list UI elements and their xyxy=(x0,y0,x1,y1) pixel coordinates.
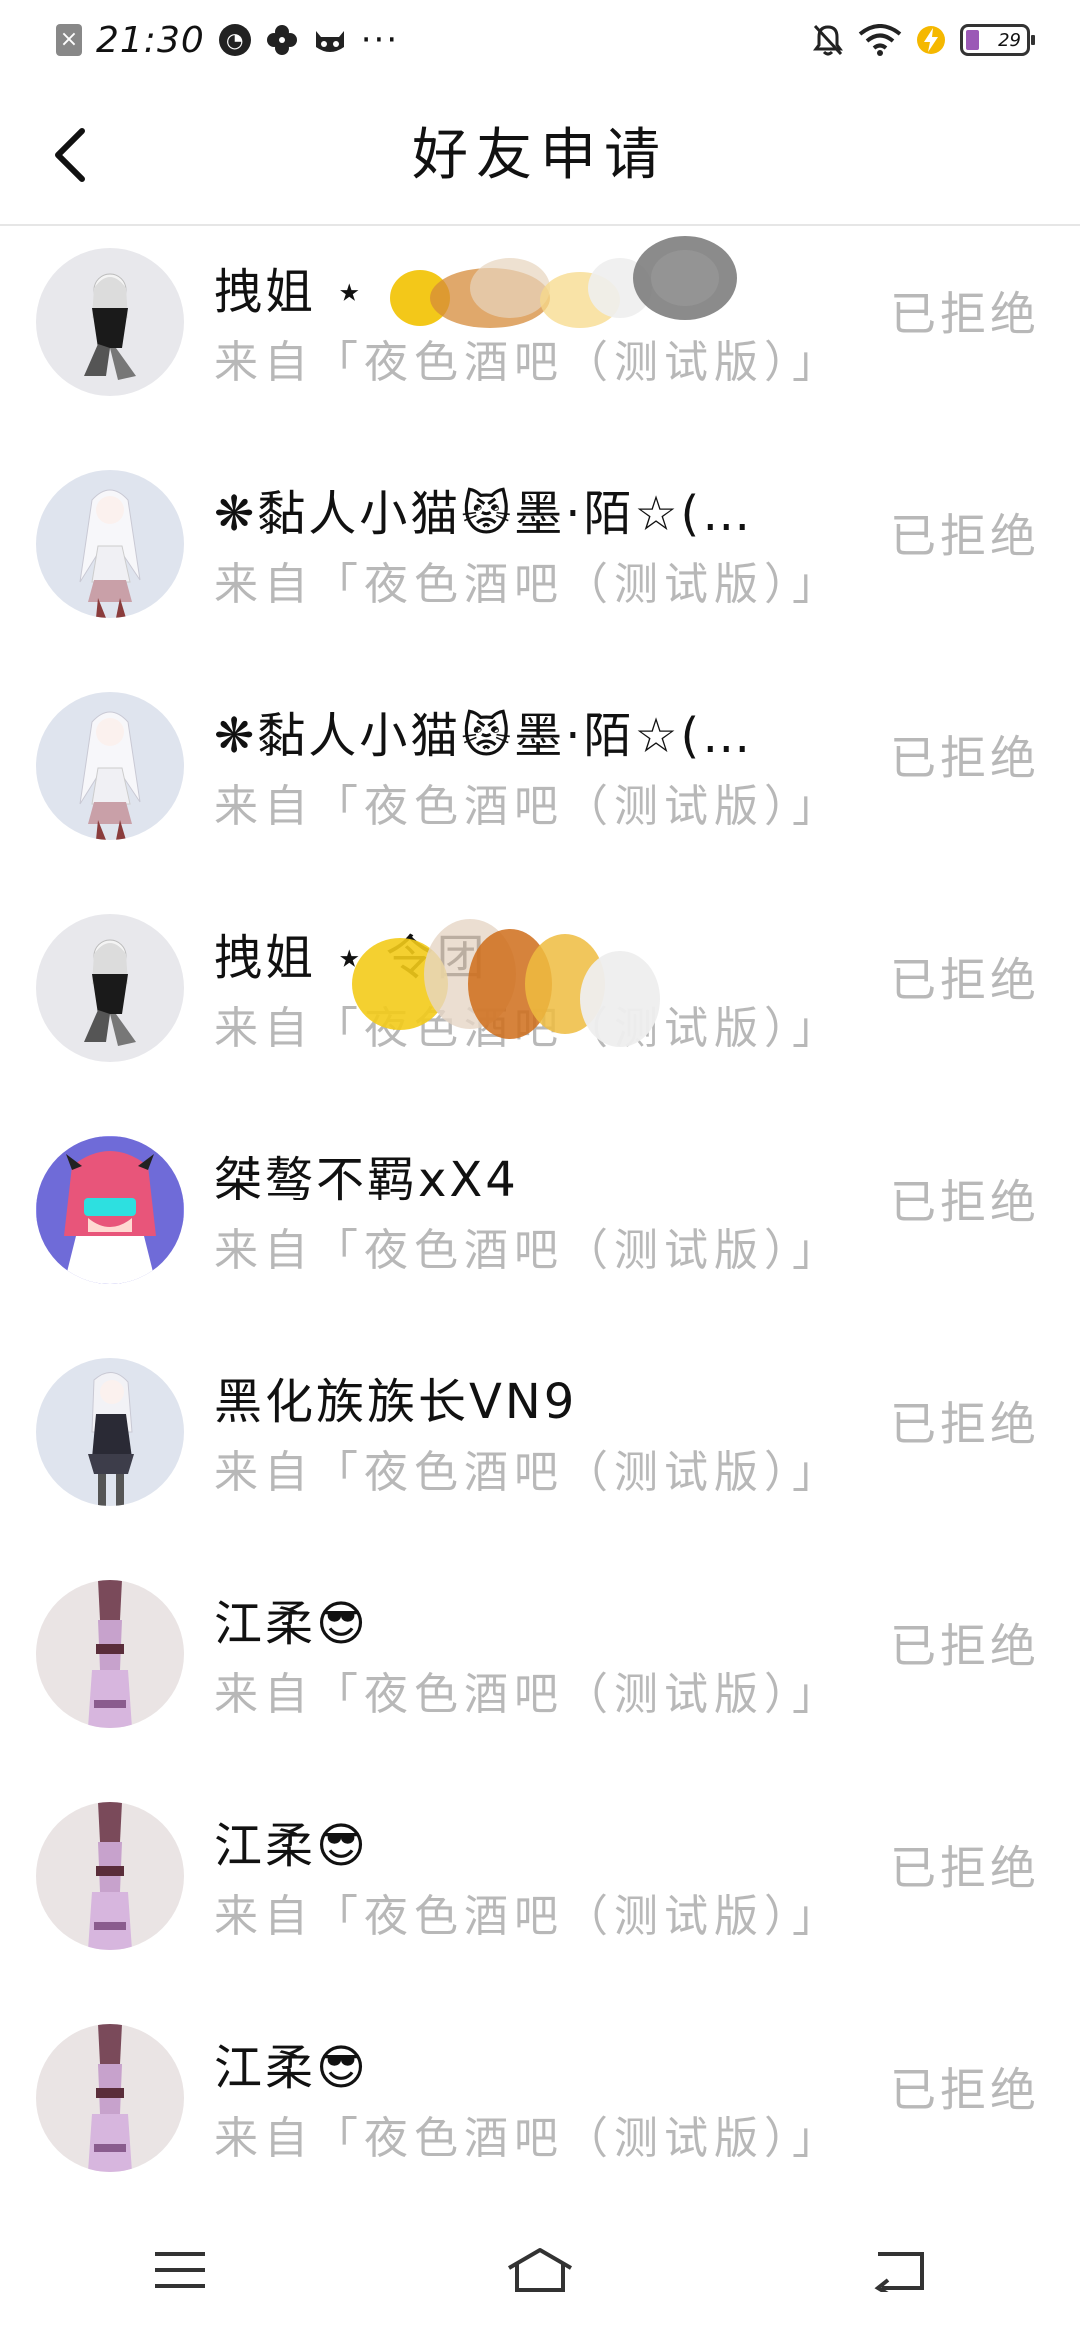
nav-back-button[interactable] xyxy=(840,2230,960,2310)
charging-icon xyxy=(916,23,946,57)
battery-fill xyxy=(966,30,979,50)
friend-request-item[interactable]: 江柔😎 来自「夜色酒吧（测试版）」 已拒绝 xyxy=(0,2004,1080,2226)
friend-request-item[interactable]: 江柔😎 来自「夜色酒吧（测试版）」 已拒绝 xyxy=(0,1560,1080,1782)
request-source: 来自「夜色酒吧（测试版）」 xyxy=(214,559,842,610)
request-status: 已拒绝 xyxy=(890,1175,1040,1229)
avatar[interactable] xyxy=(36,1580,184,1728)
page-title: 好友申请 xyxy=(412,123,668,188)
request-status: 已拒绝 xyxy=(890,1619,1040,1673)
status-bar-left: × 21:30 ◔ ··· xyxy=(56,20,399,61)
requester-name: 黑化族族长VN9 xyxy=(214,1374,578,1430)
pinwheel-icon xyxy=(265,23,299,57)
avatar[interactable] xyxy=(36,1358,184,1506)
requester-name: ❋黏人小猫😾墨·陌☆(… xyxy=(214,486,754,542)
requester-name: 拽姐 ⋆ xyxy=(214,264,368,320)
request-status: 已拒绝 xyxy=(890,287,1040,341)
friend-request-item[interactable]: 黑化族族长VN9 来自「夜色酒吧（测试版）」 已拒绝 xyxy=(0,1338,1080,1560)
avatar[interactable] xyxy=(36,1136,184,1284)
notification-dismiss-icon: × xyxy=(56,24,82,56)
requester-name: 江柔😎 xyxy=(214,1596,370,1652)
request-source: 来自「夜色酒吧（测试版）」 xyxy=(214,1669,842,1720)
request-status: 已拒绝 xyxy=(890,953,1040,1007)
status-time: 21:30 xyxy=(96,19,205,61)
menu-icon xyxy=(155,2252,205,2288)
battery-icon: 29 xyxy=(960,24,1035,56)
friend-request-item[interactable]: 桀骜不羁xX4 来自「夜色酒吧（测试版）」 已拒绝 xyxy=(0,1116,1080,1338)
request-status: 已拒绝 xyxy=(890,2063,1040,2117)
avatar[interactable] xyxy=(36,914,184,1062)
request-source: 来自「夜色酒吧（测试版）」 xyxy=(214,1447,842,1498)
requester-name: 江柔😎 xyxy=(214,1818,370,1874)
wifi-icon xyxy=(858,24,902,56)
friend-request-item[interactable]: 江柔😎 来自「夜色酒吧（测试版）」 已拒绝 xyxy=(0,1782,1080,2004)
status-bar: × 21:30 ◔ ··· 29 xyxy=(0,0,1080,80)
request-status: 已拒绝 xyxy=(890,509,1040,563)
avatar[interactable] xyxy=(36,692,184,840)
request-source: 来自「夜色酒吧（测试版）」 xyxy=(214,1225,842,1276)
app-header: 好友申请 xyxy=(0,80,1080,226)
avatar[interactable] xyxy=(36,1802,184,1950)
app-icon-1: ◔ xyxy=(218,24,251,56)
cat-face-icon xyxy=(313,25,347,55)
more-dots-icon: ··· xyxy=(360,20,400,60)
friend-request-item[interactable]: ❋黏人小猫😾墨·陌☆(… 来自「夜色酒吧（测试版）」 已拒绝 xyxy=(0,450,1080,672)
request-source: 来自「夜色酒吧（测试版）」 xyxy=(214,1891,842,1942)
request-status: 已拒绝 xyxy=(890,1397,1040,1451)
menu-button[interactable] xyxy=(120,2230,240,2310)
request-status: 已拒绝 xyxy=(890,1841,1040,1895)
friend-request-item[interactable]: 拽姐 ⋆ 来自「夜色酒吧（测试版）」 已拒绝 xyxy=(0,228,1080,450)
avatar[interactable] xyxy=(36,248,184,396)
request-source: 来自「夜色酒吧（测试版）」 xyxy=(214,1003,842,1054)
friend-request-list[interactable]: 拽姐 ⋆ 来自「夜色酒吧（测试版）」 已拒绝 ❋黏人小猫😾墨·陌☆(… 来自「夜… xyxy=(0,228,1080,2226)
requester-name: 江柔😎 xyxy=(214,2040,370,2096)
system-nav-bar xyxy=(0,2200,1080,2340)
battery-level: 29 xyxy=(998,29,1021,51)
request-source: 来自「夜色酒吧（测试版）」 xyxy=(214,781,842,832)
requester-name: 桀骜不羁xX4 xyxy=(214,1152,519,1208)
status-bar-right: 29 xyxy=(812,23,1035,57)
friend-request-item[interactable]: ❋黏人小猫😾墨·陌☆(… 来自「夜色酒吧（测试版）」 已拒绝 xyxy=(0,672,1080,894)
mute-bell-icon xyxy=(812,23,844,57)
avatar[interactable] xyxy=(36,2024,184,2172)
avatar[interactable] xyxy=(36,470,184,618)
requester-name: ❋黏人小猫😾墨·陌☆(… xyxy=(214,708,754,764)
request-source: 来自「夜色酒吧（测试版）」 xyxy=(214,337,842,388)
friend-request-item[interactable]: 拽姐 ⋆ 令团 来自「夜色酒吧（测试版）」 已拒绝 xyxy=(0,894,1080,1116)
requester-name: 拽姐 ⋆ 令团 xyxy=(214,930,488,986)
request-status: 已拒绝 xyxy=(890,731,1040,785)
home-button[interactable] xyxy=(480,2230,600,2310)
request-source: 来自「夜色酒吧（测试版）」 xyxy=(214,2113,842,2164)
back-icon xyxy=(874,2252,924,2292)
home-icon xyxy=(507,2248,573,2292)
